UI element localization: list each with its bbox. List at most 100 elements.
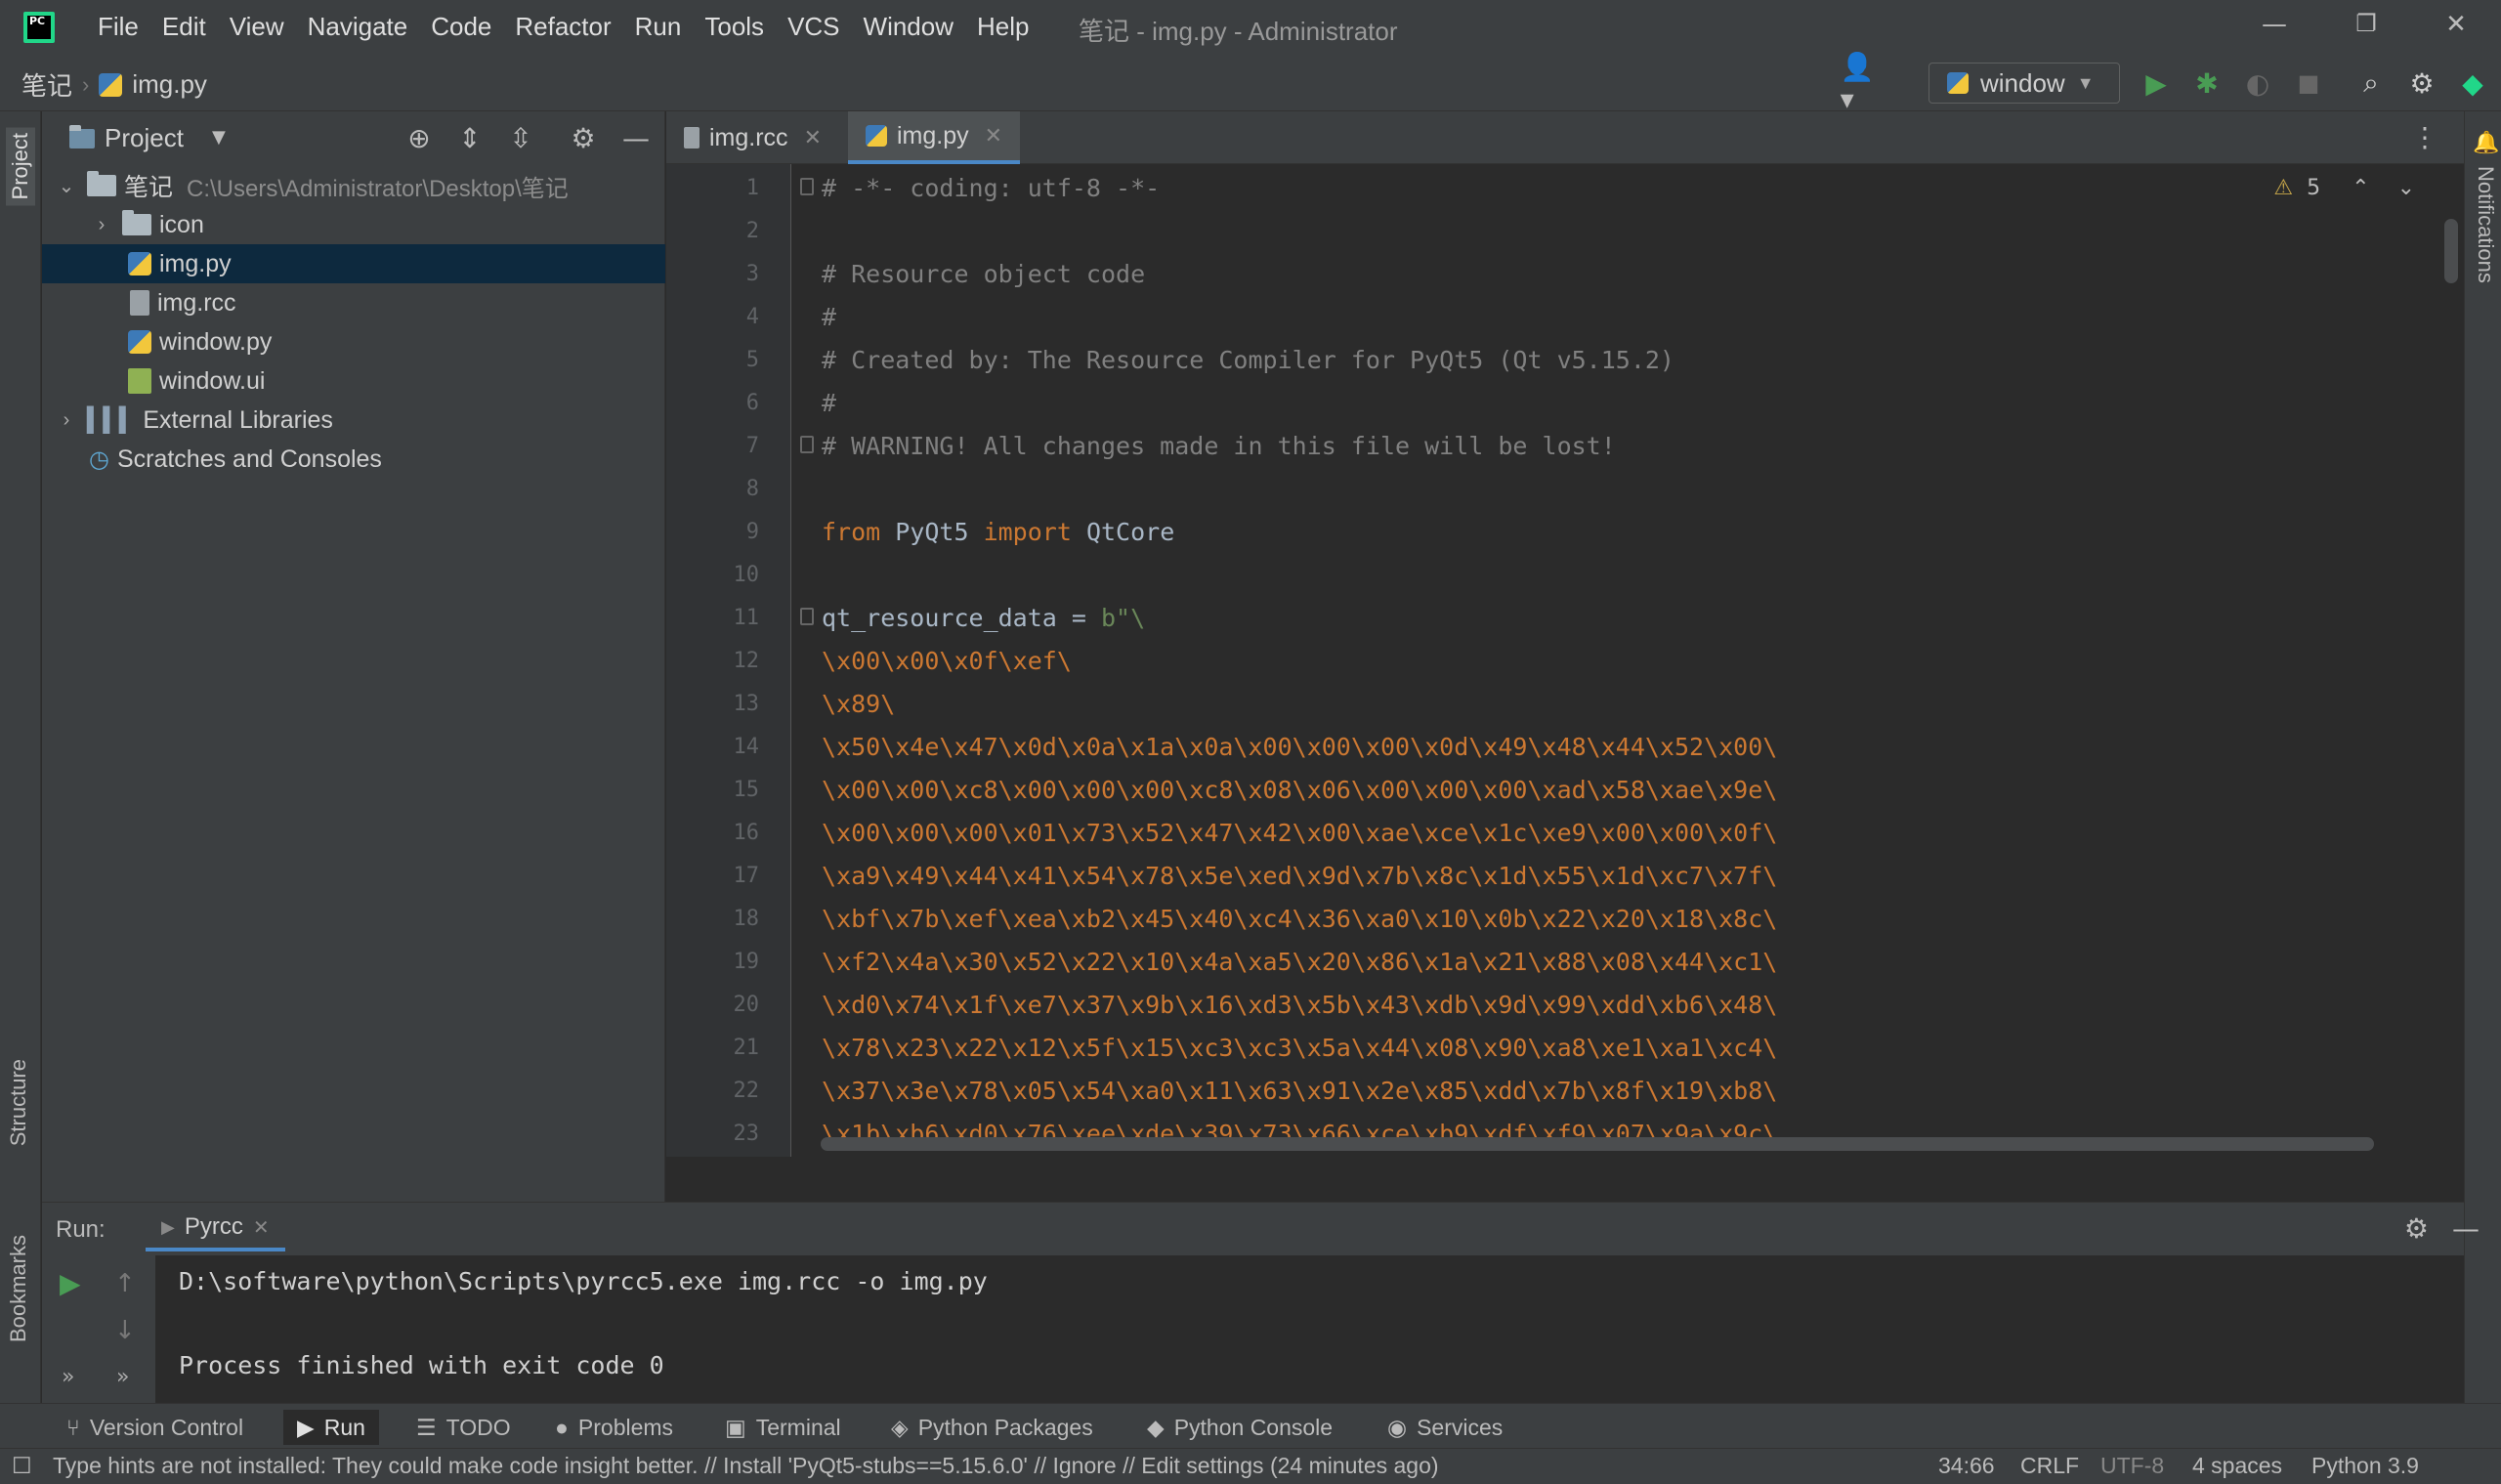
breadcrumb-file[interactable]: img.py bbox=[132, 69, 207, 100]
indent-setting[interactable]: 4 spaces bbox=[2192, 1453, 2282, 1479]
tab-version-control[interactable]: ⑂ Version Control bbox=[53, 1410, 257, 1445]
line-separator[interactable]: CRLF bbox=[2020, 1453, 2079, 1479]
close-icon[interactable]: ✕ bbox=[804, 125, 822, 150]
warning-icon: ⚠ bbox=[2273, 176, 2294, 200]
line-number: 15 bbox=[733, 778, 760, 802]
tree-item-root[interactable]: ⌄ 笔记 C:\Users\Administrator\Desktop\笔记 bbox=[42, 166, 665, 205]
text-file-icon bbox=[684, 127, 699, 148]
chevron-up-icon[interactable]: ⌃ bbox=[2352, 176, 2369, 200]
tab-problems[interactable]: ● Problems bbox=[541, 1410, 687, 1445]
breadcrumb: 笔记 › img.py bbox=[21, 66, 207, 103]
warnings-count: 5 bbox=[2307, 176, 2321, 200]
menu-file[interactable]: File bbox=[86, 10, 150, 44]
bookmarks-tool-tab[interactable]: Bookmarks bbox=[6, 1235, 31, 1342]
python-interpreter[interactable]: Python 3.9 bbox=[2311, 1453, 2419, 1479]
fold-marker-icon[interactable] bbox=[800, 436, 814, 453]
status-bar: ☐ Type hints are not installed: They cou… bbox=[0, 1448, 2501, 1484]
code-editor[interactable]: ⚠ 5 ⌃ ⌄ # -*- coding: utf-8 -*- # Resour… bbox=[792, 164, 2464, 1157]
vertical-scrollbar[interactable] bbox=[2444, 219, 2458, 283]
chevron-down-icon[interactable]: ▼ bbox=[212, 127, 226, 148]
structure-tool-tab[interactable]: Structure bbox=[6, 1059, 31, 1146]
tab-img-rcc[interactable]: img.rcc ✕ bbox=[666, 111, 839, 164]
more-actions-icon[interactable]: » bbox=[62, 1365, 74, 1389]
gear-icon[interactable]: ⚙ bbox=[2405, 66, 2438, 100]
pycharm-logo-icon: PC bbox=[23, 12, 55, 43]
notifications-icon[interactable]: 🔔 bbox=[2473, 131, 2499, 155]
menu-edit[interactable]: Edit bbox=[150, 10, 218, 44]
run-icon[interactable]: ▶ bbox=[2140, 66, 2173, 100]
tree-item-external-libraries[interactable]: › ▍▍▍ External Libraries bbox=[42, 401, 665, 440]
tree-item-icon-folder[interactable]: › icon bbox=[42, 205, 665, 244]
minimize-icon[interactable]: — bbox=[620, 123, 652, 154]
collapse-all-icon[interactable]: ⇳ bbox=[505, 123, 536, 154]
gear-icon[interactable]: ⚙ bbox=[2404, 1212, 2429, 1245]
line-number: 1 bbox=[745, 176, 759, 200]
run-configuration-label: window bbox=[1980, 67, 2065, 98]
user-icon[interactable]: 👤▾ bbox=[1841, 51, 1875, 115]
menu-navigate[interactable]: Navigate bbox=[296, 10, 420, 44]
project-panel-header: Project ▼ ⊕ ⇕ ⇳ ⚙ — bbox=[42, 111, 665, 164]
chevron-down-icon[interactable]: ⌄ bbox=[2397, 176, 2415, 200]
tab-python-packages[interactable]: ◈ Python Packages bbox=[877, 1410, 1107, 1445]
menu-help[interactable]: Help bbox=[965, 10, 1040, 44]
menu-code[interactable]: Code bbox=[419, 10, 503, 44]
more-options-icon[interactable]: ⋮ bbox=[2411, 121, 2438, 153]
minimize-window-button[interactable]: — bbox=[2255, 10, 2294, 45]
run-configuration-select[interactable]: window ▼ bbox=[1929, 63, 2120, 104]
run-tab-pyrcc[interactable]: ▶ Pyrcc ✕ bbox=[146, 1207, 285, 1251]
tree-item-img-py[interactable]: img.py bbox=[42, 244, 665, 283]
tree-item-img-rcc[interactable]: img.rcc bbox=[42, 283, 665, 322]
tree-item-window-py[interactable]: window.py bbox=[42, 322, 665, 361]
jetbrains-icon[interactable]: ◆ bbox=[2456, 66, 2489, 100]
fold-marker-icon[interactable] bbox=[800, 608, 814, 625]
notifications-tool-tab[interactable]: Notifications bbox=[2473, 166, 2498, 283]
menu-tools[interactable]: Tools bbox=[693, 10, 776, 44]
menu-run[interactable]: Run bbox=[623, 10, 694, 44]
expand-all-icon[interactable]: ⇕ bbox=[454, 123, 486, 154]
menu-view[interactable]: View bbox=[218, 10, 296, 44]
tree-item-label: img.py bbox=[159, 249, 232, 277]
inspection-widget[interactable]: ⚠ 5 ⌃ ⌄ bbox=[2273, 176, 2415, 200]
debug-icon[interactable]: ✱ bbox=[2190, 66, 2224, 100]
tab-terminal[interactable]: ▣ Terminal bbox=[711, 1410, 855, 1445]
close-icon[interactable]: ✕ bbox=[985, 123, 1002, 148]
code-line: # Created by: The Resource Compiler for … bbox=[822, 346, 1674, 374]
search-icon[interactable]: ⌕ bbox=[2354, 66, 2388, 100]
caret-position[interactable]: 34:66 bbox=[1938, 1453, 1995, 1479]
horizontal-scrollbar[interactable] bbox=[821, 1137, 2374, 1151]
breadcrumb-project[interactable]: 笔记 bbox=[21, 66, 72, 103]
close-icon[interactable]: ✕ bbox=[253, 1215, 270, 1240]
tree-item-window-ui[interactable]: window.ui bbox=[42, 361, 665, 401]
tab-services[interactable]: ◉ Services bbox=[1374, 1410, 1516, 1445]
tab-python-console[interactable]: ◆ Python Console bbox=[1133, 1410, 1346, 1445]
tab-todo[interactable]: ☰ TODO bbox=[403, 1410, 525, 1445]
tab-img-py[interactable]: img.py ✕ bbox=[848, 111, 1021, 164]
coverage-icon[interactable]: ◐ bbox=[2241, 66, 2274, 100]
arrow-up-icon[interactable]: ↑ bbox=[114, 1269, 136, 1298]
code-line: # -*- coding: utf-8 -*- bbox=[822, 174, 1161, 202]
locate-icon[interactable]: ⊕ bbox=[403, 123, 435, 154]
project-panel-title[interactable]: Project bbox=[105, 123, 184, 153]
project-tool-tab[interactable]: Project bbox=[6, 127, 35, 206]
code-line: \xa9\x49\x44\x41\x54\x78\x5e\xed\x9d\x7b… bbox=[822, 862, 1778, 890]
chevron-right-icon[interactable]: › bbox=[56, 409, 77, 432]
minimize-icon[interactable]: — bbox=[2452, 1212, 2480, 1245]
chevron-right-icon[interactable]: › bbox=[91, 214, 112, 236]
tab-run[interactable]: ▶ Run bbox=[283, 1410, 379, 1445]
arrow-down-icon[interactable]: ↓ bbox=[114, 1316, 136, 1345]
more-actions-icon[interactable]: » bbox=[116, 1365, 129, 1389]
restore-window-button[interactable]: ❐ bbox=[2347, 10, 2386, 45]
status-toggle-icon[interactable]: ☐ bbox=[12, 1453, 32, 1479]
status-message[interactable]: Type hints are not installed: They could… bbox=[53, 1453, 1439, 1479]
close-window-button[interactable]: ✕ bbox=[2437, 10, 2476, 45]
menu-vcs[interactable]: VCS bbox=[776, 10, 851, 44]
file-encoding[interactable]: UTF-8 bbox=[2100, 1453, 2164, 1479]
fold-marker-icon[interactable] bbox=[800, 178, 814, 195]
menu-refactor[interactable]: Refactor bbox=[503, 10, 622, 44]
stop-icon[interactable]: ■ bbox=[2292, 66, 2325, 100]
rerun-icon[interactable]: ▶ bbox=[60, 1267, 81, 1299]
tree-item-scratches[interactable]: ◷ Scratches and Consoles bbox=[42, 440, 665, 479]
gear-icon[interactable]: ⚙ bbox=[568, 123, 599, 154]
menu-window[interactable]: Window bbox=[852, 10, 965, 44]
chevron-down-icon[interactable]: ⌄ bbox=[56, 174, 77, 198]
